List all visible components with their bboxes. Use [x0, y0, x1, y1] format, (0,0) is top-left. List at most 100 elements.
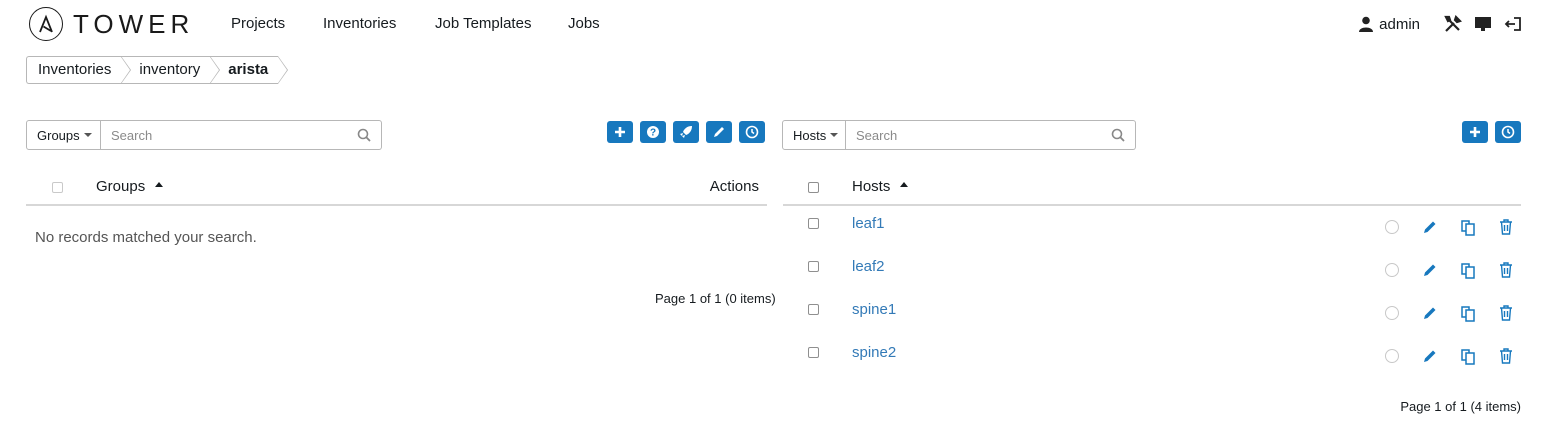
caret-down-icon: [830, 133, 839, 137]
add-icon: [1470, 127, 1480, 137]
status-indicator: [1382, 217, 1402, 237]
host-link[interactable]: spine2: [852, 344, 896, 361]
copy-host-button[interactable]: [1458, 346, 1478, 366]
select-label: Groups: [37, 127, 80, 143]
trash-icon: [1500, 219, 1512, 235]
trash-icon: [1500, 348, 1512, 364]
trash-icon: [1500, 262, 1512, 278]
status-circle-icon: [1385, 349, 1399, 363]
trash-icon: [1500, 305, 1512, 321]
history-icon: [1501, 125, 1515, 139]
nav-job-templates[interactable]: Job Templates: [435, 15, 531, 32]
status-circle-icon: [1385, 306, 1399, 320]
breadcrumb-inventory[interactable]: inventory: [121, 56, 221, 84]
table-row: leaf1: [783, 215, 1521, 258]
row-checkbox[interactable]: [808, 261, 819, 272]
host-activity-stream-button[interactable]: [1495, 121, 1521, 143]
logout-icon[interactable]: [1504, 16, 1522, 32]
edit-host-button[interactable]: [1420, 303, 1440, 323]
edit-icon: [1424, 350, 1436, 362]
table-row: leaf2: [783, 258, 1521, 301]
groups-toolbar: ?: [607, 121, 765, 143]
actions-column-header: Actions: [709, 178, 759, 195]
caret-down-icon: [83, 133, 92, 137]
hosts-select-all-checkbox[interactable]: [808, 182, 819, 193]
breadcrumb-label: Inventories: [38, 61, 112, 78]
row-checkbox[interactable]: [808, 347, 819, 358]
status-circle-icon: [1385, 220, 1399, 234]
host-link[interactable]: leaf2: [852, 258, 885, 275]
hosts-search-input[interactable]: Search: [846, 120, 1136, 150]
search-placeholder: Search: [856, 127, 898, 143]
copy-host-button[interactable]: [1458, 260, 1478, 280]
delete-host-button[interactable]: [1496, 217, 1516, 237]
status-indicator: [1382, 346, 1402, 366]
search-icon[interactable]: [357, 128, 371, 142]
rocket-icon: [680, 126, 692, 138]
tools-icon[interactable]: [1444, 15, 1462, 33]
sync-launch-button[interactable]: [673, 121, 699, 143]
groups-search-field-select[interactable]: Groups: [26, 120, 101, 150]
empty-message: No records matched your search.: [35, 229, 257, 246]
row-checkbox[interactable]: [808, 304, 819, 315]
table-row: spine2: [783, 344, 1521, 387]
groups-select-all-checkbox[interactable]: [52, 182, 63, 193]
add-icon: [615, 127, 625, 137]
copy-host-button[interactable]: [1458, 217, 1478, 237]
monitor-icon[interactable]: [1474, 16, 1492, 32]
hosts-table-header: Hosts: [783, 170, 1521, 206]
groups-table-header: Groups Actions: [26, 170, 767, 206]
row-actions: [1382, 346, 1534, 366]
edit-icon: [1424, 264, 1436, 276]
hosts-column-header[interactable]: Hosts: [852, 178, 909, 195]
copy-icon: [1461, 263, 1475, 279]
copy-icon: [1461, 220, 1475, 236]
edit-host-button[interactable]: [1420, 346, 1440, 366]
edit-host-button[interactable]: [1420, 217, 1440, 237]
delete-host-button[interactable]: [1496, 303, 1516, 323]
sort-ascending-icon: [155, 182, 164, 187]
breadcrumb-inventories[interactable]: Inventories: [26, 56, 132, 84]
nav-inventories[interactable]: Inventories: [323, 15, 396, 32]
add-group-button[interactable]: [607, 121, 633, 143]
host-link[interactable]: leaf1: [852, 215, 885, 232]
copy-icon: [1461, 306, 1475, 322]
row-actions: [1382, 217, 1534, 237]
groups-search-input[interactable]: Search: [101, 120, 382, 150]
hosts-search-field-select[interactable]: Hosts: [782, 120, 846, 150]
delete-host-button[interactable]: [1496, 346, 1516, 366]
nav-projects[interactable]: Projects: [231, 15, 285, 32]
breadcrumb: Inventories inventory arista: [26, 56, 289, 84]
help-button[interactable]: ?: [640, 121, 666, 143]
user-icon[interactable]: [1359, 16, 1374, 32]
status-indicator: [1382, 303, 1402, 323]
edit-icon: [1424, 307, 1436, 319]
groups-column-header[interactable]: Groups: [96, 178, 164, 195]
add-host-button[interactable]: [1462, 121, 1488, 143]
row-actions: [1382, 260, 1534, 280]
column-label: Groups: [96, 178, 146, 195]
edit-host-button[interactable]: [1420, 260, 1440, 280]
tower-logo[interactable]: TOWER: [29, 7, 194, 41]
search-icon[interactable]: [1111, 128, 1125, 142]
copy-host-button[interactable]: [1458, 303, 1478, 323]
username[interactable]: admin: [1379, 16, 1420, 33]
groups-search: Groups Search: [26, 120, 382, 150]
status-circle-icon: [1385, 263, 1399, 277]
copy-icon: [1461, 349, 1475, 365]
activity-stream-button[interactable]: [739, 121, 765, 143]
edit-icon: [1424, 221, 1436, 233]
history-icon: [745, 125, 759, 139]
delete-host-button[interactable]: [1496, 260, 1516, 280]
user-menu: admin: [1359, 13, 1522, 35]
edit-inventory-button[interactable]: [706, 121, 732, 143]
row-checkbox[interactable]: [808, 218, 819, 229]
host-link[interactable]: spine1: [852, 301, 896, 318]
breadcrumb-arista: arista: [210, 56, 289, 84]
breadcrumb-label: inventory: [139, 61, 201, 78]
column-label: Hosts: [852, 178, 891, 195]
hosts-toolbar: [1462, 121, 1521, 143]
breadcrumb-label: arista: [228, 61, 269, 78]
nav-jobs[interactable]: Jobs: [568, 15, 600, 32]
ansible-logo-icon: [29, 7, 63, 41]
